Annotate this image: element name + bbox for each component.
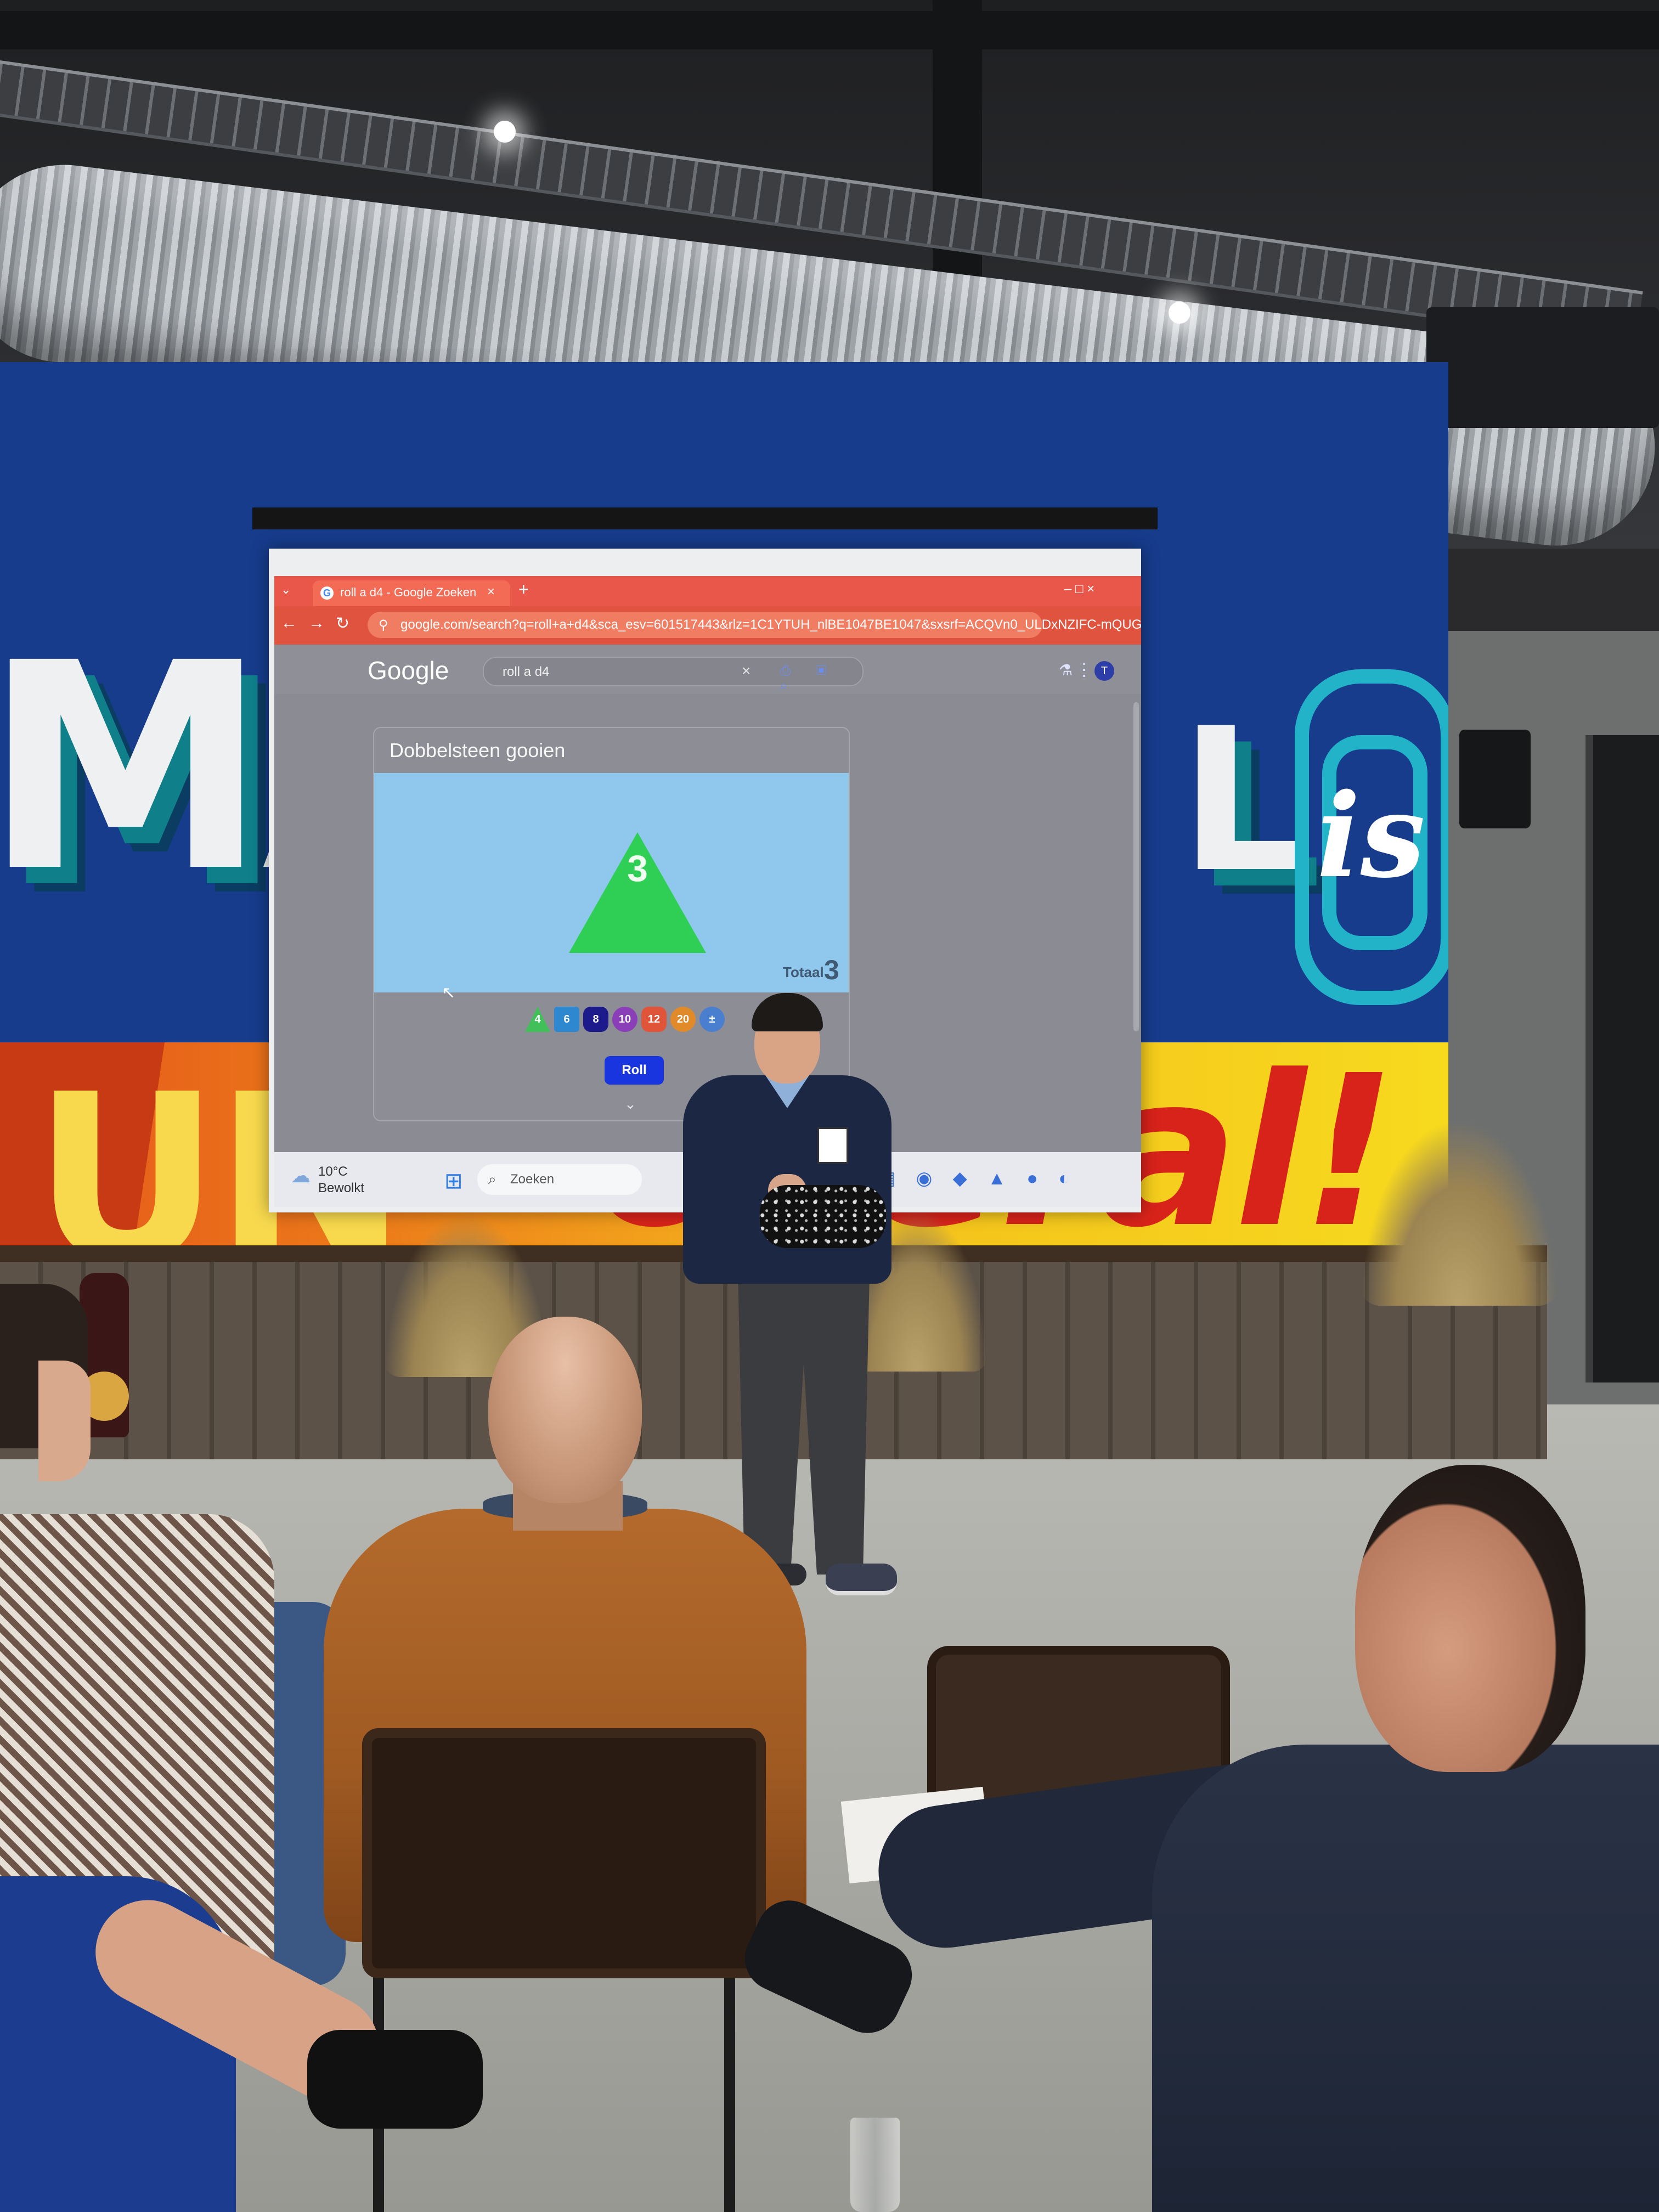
clear-search-icon[interactable]: ×	[742, 662, 751, 680]
die-option-d12[interactable]: 12	[641, 1007, 667, 1032]
window-controls[interactable]: – □ ×	[1064, 582, 1094, 597]
projector	[1426, 307, 1659, 428]
weather-icon[interactable]: ☁	[291, 1164, 311, 1187]
page-scrollbar[interactable]	[1133, 702, 1139, 1031]
url-text: google.com/search?q=roll+a+d4&sca_esv=60…	[400, 617, 1141, 632]
ceiling-beam	[0, 11, 1659, 49]
mouse-cursor-icon: ↖	[442, 984, 456, 1002]
die-option-d4[interactable]: 4	[525, 1007, 550, 1032]
die-type-picker: 4 6 8 10 12 20 ±	[525, 1007, 725, 1034]
search-query: roll a d4	[503, 664, 550, 679]
total-label: Totaal	[783, 964, 824, 980]
forward-icon[interactable]: →	[308, 614, 325, 633]
card-title: Dobbelsteen gooien	[390, 739, 566, 761]
search-input[interactable]: roll a d4 × ⎙ ▣ ⌕	[483, 657, 864, 693]
ceiling-light	[1169, 302, 1190, 324]
site-info-icon[interactable]: ⚲	[379, 617, 388, 633]
roll-button[interactable]: Roll	[605, 1056, 664, 1085]
water-glass	[850, 2118, 900, 2212]
url-field[interactable]: ⚲ google.com/search?q=roll+a+d4&sca_esv=…	[368, 612, 1141, 638]
ceiling-post	[933, 0, 982, 307]
chair-backrest	[362, 1728, 766, 1978]
search-tools-icons[interactable]: ⎙ ▣ ⌕	[780, 663, 862, 694]
expand-chevron-icon[interactable]: ⌄	[624, 1096, 636, 1113]
dice-pouch	[760, 1185, 886, 1248]
total-value: 3	[824, 955, 839, 985]
mural-letters-right: L	[1180, 686, 1305, 916]
die-option-d±[interactable]: ±	[699, 1007, 725, 1032]
taskbar-search-input[interactable]: ⌕ Zoeken	[477, 1164, 642, 1195]
taskbar-search-placeholder: Zoeken	[510, 1172, 555, 1187]
weather-description: Bewolkt	[318, 1181, 365, 1195]
mural-script-word: is	[1317, 768, 1426, 904]
tab-close-icon[interactable]: ×	[487, 584, 495, 600]
windows-start-icon[interactable]: ⊞	[444, 1169, 463, 1194]
name-badge	[817, 1127, 848, 1164]
tab-title: roll a d4 - Google Zoeken	[340, 585, 477, 599]
labs-icon[interactable]: ⚗	[1059, 661, 1073, 679]
audience-person-head	[1355, 1465, 1585, 1772]
tab-search-icon[interactable]: ⌄	[281, 583, 291, 597]
google-logo[interactable]: Google	[368, 656, 449, 685]
audience-person-bald-head	[488, 1317, 642, 1503]
tab-bar: ⌄ G roll a d4 - Google Zoeken × +	[274, 576, 1141, 606]
account-avatar[interactable]: T	[1094, 661, 1114, 681]
audience-person-shirt	[1152, 1745, 1659, 2212]
reload-icon[interactable]: ↻	[336, 614, 349, 633]
rolled-value: 3	[627, 848, 648, 889]
die-option-d10[interactable]: 10	[612, 1007, 637, 1032]
google-favicon-icon: G	[320, 586, 334, 600]
audience-person-boot	[307, 2030, 483, 2129]
die-option-d6[interactable]: 6	[554, 1007, 579, 1032]
ceiling-light	[494, 121, 516, 143]
google-header: Google roll a d4 × ⎙ ▣ ⌕ ⚗ ⋮ T	[274, 645, 1141, 694]
taskbar-app-icons[interactable]: ▦ ◉ ◆ ▲ ● ◐	[878, 1167, 1077, 1189]
audience-person-face	[38, 1361, 91, 1481]
tab-roll-a-d4[interactable]: G roll a d4 - Google Zoeken ×	[313, 580, 510, 606]
wall-speaker	[1459, 730, 1531, 828]
search-icon: ⌕	[488, 1171, 496, 1187]
doorway	[1585, 735, 1659, 1383]
apps-icon[interactable]: ⋮	[1075, 659, 1093, 680]
die-option-d8[interactable]: 8	[583, 1007, 608, 1032]
new-tab-button[interactable]: +	[518, 579, 529, 600]
dice-display-area[interactable]: 3 Totaal 3	[374, 773, 849, 992]
back-icon[interactable]: ←	[281, 614, 297, 633]
presenter-shoe	[826, 1564, 897, 1595]
weather-temperature: 10°C	[318, 1164, 348, 1179]
address-bar-row: ← → ↻ ⚲ google.com/search?q=roll+a+d4&sc…	[274, 582, 1141, 645]
screen-housing	[252, 507, 1158, 529]
ornamental-grass	[1361, 1119, 1558, 1306]
die-option-d20[interactable]: 20	[670, 1007, 696, 1032]
